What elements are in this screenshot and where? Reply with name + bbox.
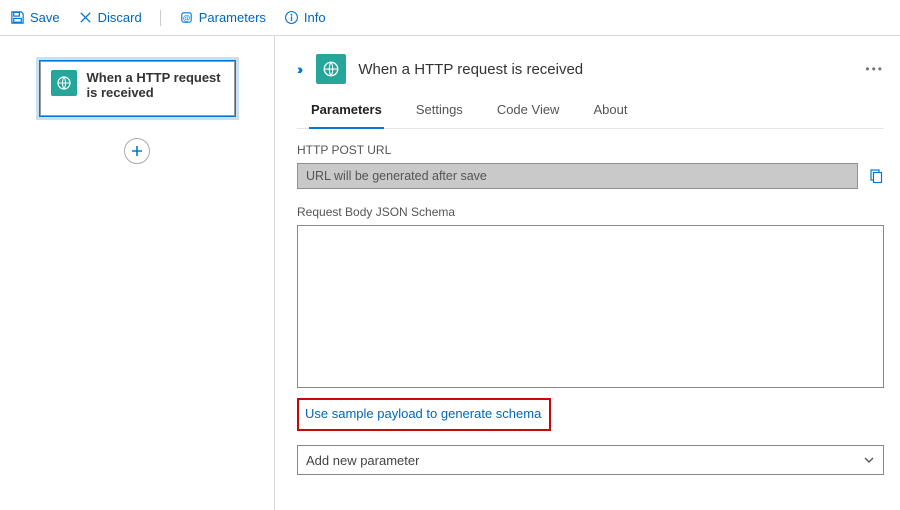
sample-payload-highlight: Use sample payload to generate schema [297, 398, 551, 431]
details-panel: ›› When a HTTP request is received ••• P… [275, 36, 900, 510]
discard-button[interactable]: Discard [78, 10, 142, 25]
parameters-button[interactable]: @ Parameters [179, 10, 266, 25]
panel-title: When a HTTP request is received [358, 61, 853, 78]
sample-payload-link[interactable]: Use sample payload to generate schema [305, 406, 541, 421]
add-parameter-dropdown[interactable]: Add new parameter [297, 445, 884, 475]
save-icon [10, 10, 25, 25]
trigger-node[interactable]: When a HTTP request is received [40, 61, 235, 116]
plus-icon [130, 144, 144, 158]
command-bar: Save Discard @ Parameters Info [0, 0, 900, 36]
parameters-label: Parameters [199, 10, 266, 25]
tab-settings[interactable]: Settings [414, 96, 465, 128]
http-trigger-icon [316, 54, 346, 84]
schema-textarea[interactable] [297, 225, 884, 388]
designer-canvas: When a HTTP request is received [0, 36, 275, 510]
svg-text:@: @ [182, 13, 190, 22]
trigger-node-title: When a HTTP request is received [87, 70, 224, 100]
parameters-icon: @ [179, 10, 194, 25]
toolbar-separator [160, 10, 161, 26]
http-trigger-icon [51, 70, 77, 96]
info-icon [284, 10, 299, 25]
panel-tabs: Parameters Settings Code View About [297, 96, 884, 129]
collapse-panel-button[interactable]: ›› [297, 61, 300, 77]
save-button[interactable]: Save [10, 10, 60, 25]
schema-label: Request Body JSON Schema [297, 205, 884, 219]
http-post-url-label: HTTP POST URL [297, 143, 884, 157]
copy-url-button[interactable] [868, 168, 884, 184]
add-step-button[interactable] [124, 138, 150, 164]
discard-icon [78, 10, 93, 25]
add-parameter-label: Add new parameter [306, 453, 419, 468]
chevron-down-icon [863, 454, 875, 466]
save-label: Save [30, 10, 60, 25]
tab-about[interactable]: About [591, 96, 629, 128]
discard-label: Discard [98, 10, 142, 25]
http-post-url-field: URL will be generated after save [297, 163, 858, 189]
tab-parameters[interactable]: Parameters [309, 96, 384, 129]
info-label: Info [304, 10, 326, 25]
info-button[interactable]: Info [284, 10, 326, 25]
tab-code-view[interactable]: Code View [495, 96, 562, 128]
panel-more-button[interactable]: ••• [865, 62, 884, 76]
